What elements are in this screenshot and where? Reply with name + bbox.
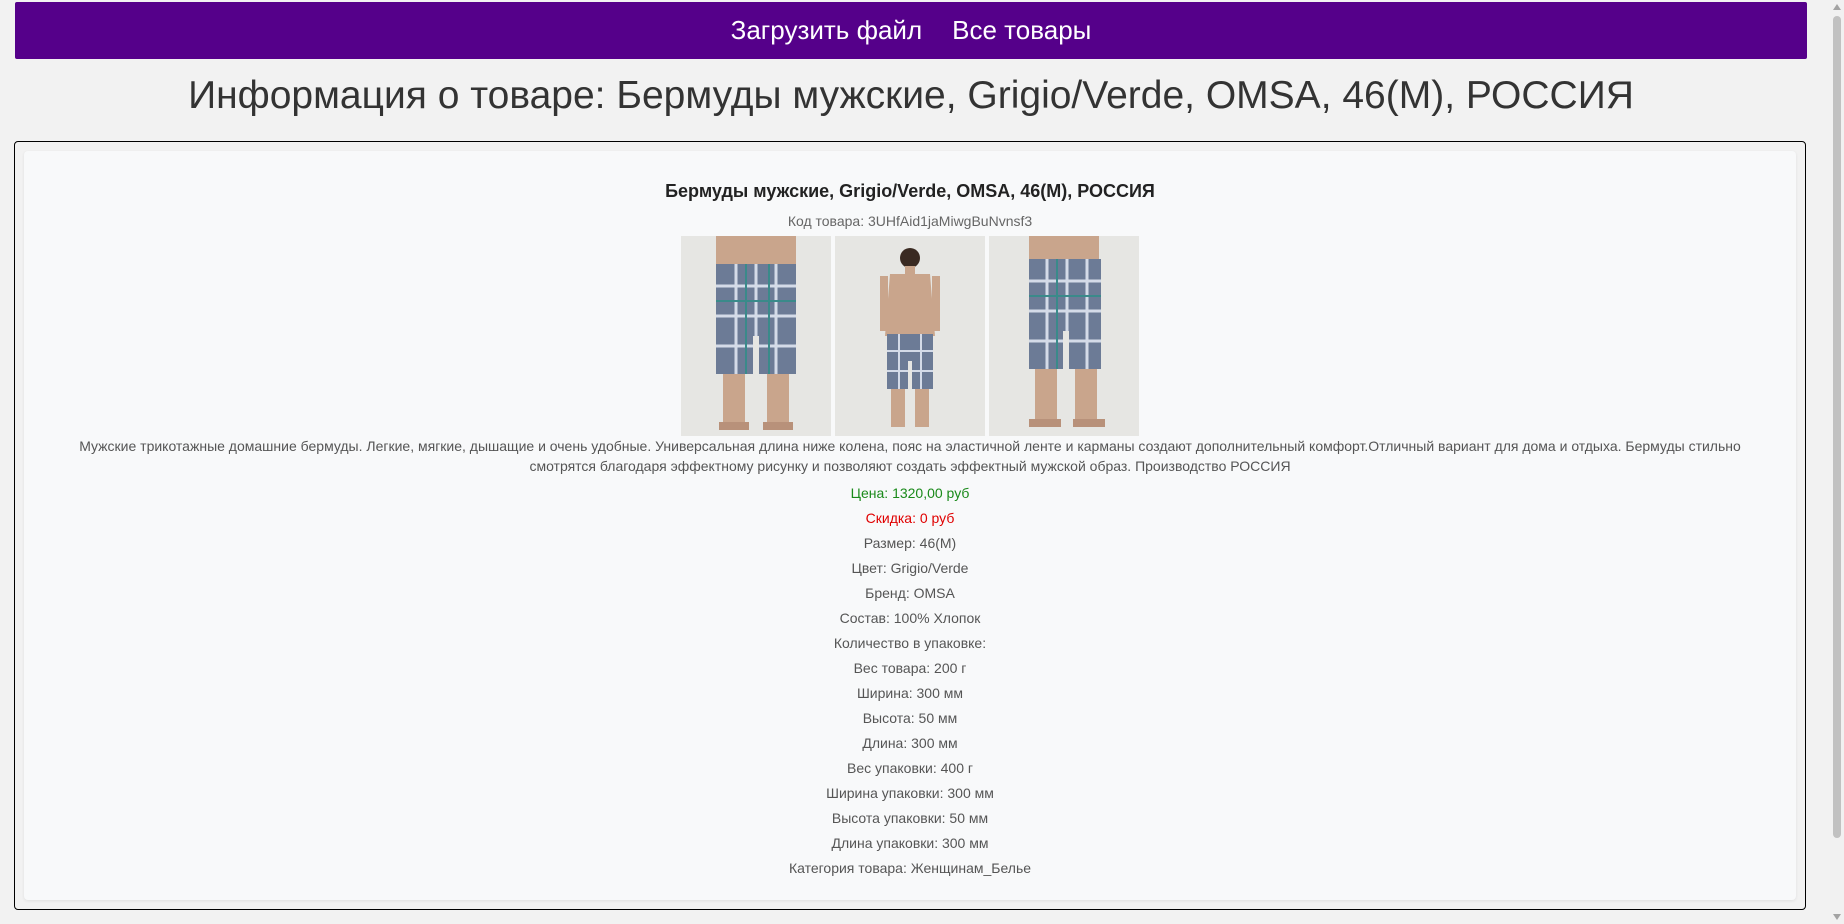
product-composition: Состав: 100% Хлопок (839, 610, 981, 626)
product-category: Категория товара: Женщинам_Белье (788, 860, 1032, 876)
product-brand: Бренд: OMSA (865, 585, 955, 601)
product-photo-side[interactable] (989, 236, 1139, 436)
product-price: Цена: 1320,00 руб (850, 485, 970, 501)
product-weight: Вес товара: 200 г (853, 660, 967, 676)
scroll-down-icon[interactable] (1833, 914, 1841, 920)
product-pack-width: Ширина упаковки: 300 мм (826, 785, 994, 801)
product-properties: Цена: 1320,00 руб Скидка: 0 руб Размер: … (24, 481, 1796, 881)
product-height: Высота: 50 мм (862, 710, 958, 726)
product-pack-height: Высота упаковки: 50 мм (831, 810, 989, 826)
product-code: Код товара: 3UHfAid1jaMiwgBuNvnsf3 (787, 213, 1033, 229)
product-card: Бермуды мужские, Grigio/Verde, OMSA, 46(… (24, 151, 1796, 900)
product-width: Ширина: 300 мм (856, 685, 964, 701)
product-discount: Скидка: 0 руб (865, 510, 955, 526)
product-description: Мужские трикотажные домашние бермуды. Ле… (79, 438, 1741, 474)
scroll-thumb[interactable] (1833, 16, 1841, 838)
product-pack-length: Длина упаковки: 300 мм (831, 835, 989, 851)
product-length: Длина: 300 мм (862, 735, 958, 751)
product-size: Размер: 46(M) (863, 535, 957, 551)
top-navbar: Загрузить файл Все товары (15, 2, 1807, 59)
product-photo-front[interactable] (681, 236, 831, 436)
product-name: Бермуды мужские, Grigio/Verde, OMSA, 46(… (665, 181, 1155, 201)
upload-file-link[interactable]: Загрузить файл (731, 2, 922, 59)
product-photo-back[interactable] (835, 236, 985, 436)
product-pack-quantity: Количество в упаковке: (833, 635, 987, 651)
page-scrollbar[interactable] (1830, 0, 1844, 924)
scroll-up-icon[interactable] (1833, 4, 1841, 10)
product-container: Бермуды мужские, Grigio/Verde, OMSA, 46(… (14, 141, 1806, 910)
product-color: Цвет: Grigio/Verde (851, 560, 969, 576)
product-pack-weight: Вес упаковки: 400 г (847, 760, 973, 776)
product-gallery (24, 236, 1796, 436)
page-title: Информация о товаре: Бермуды мужские, Gr… (188, 74, 1634, 117)
all-products-link[interactable]: Все товары (952, 2, 1091, 59)
